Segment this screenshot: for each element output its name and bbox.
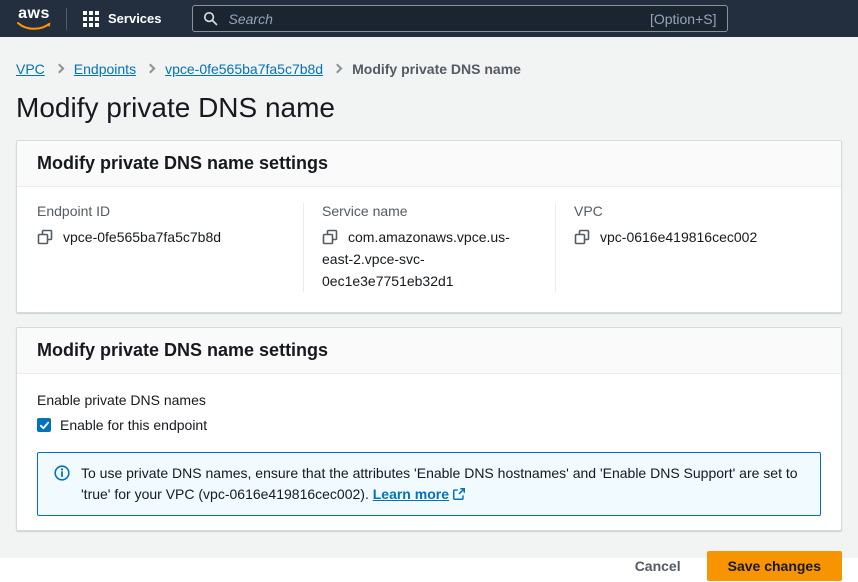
field-label: Endpoint ID (37, 203, 287, 219)
copy-icon[interactable] (574, 229, 590, 245)
vpc-field: VPC vpc-0616e419816cec002 (555, 203, 821, 292)
page-title: Modify private DNS name (16, 92, 842, 124)
main-content: VPC Endpoints vpce-0fe565ba7fa5c7b8d Mod… (0, 37, 858, 558)
info-alert: To use private DNS names, ensure that th… (37, 452, 821, 516)
field-value: vpce-0fe565ba7fa5c7b8d (37, 226, 287, 248)
aws-logo-text: aws (16, 6, 52, 22)
chevron-right-icon (146, 64, 156, 74)
search-shortcut-hint: [Option+S] (650, 11, 717, 27)
aws-logo[interactable]: aws (16, 6, 52, 32)
services-grid-icon (83, 11, 99, 27)
breadcrumb-link-vpc[interactable]: VPC (16, 61, 45, 77)
search-input[interactable] (227, 10, 650, 28)
copy-icon[interactable] (322, 229, 338, 245)
services-label: Services (108, 11, 162, 26)
endpoint-id-field: Endpoint ID vpce-0fe565ba7fa5c7b8d (37, 203, 303, 292)
enable-endpoint-checkbox-label: Enable for this endpoint (60, 417, 207, 433)
service-name-value: com.amazonaws.vpce.us-east-2.vpce-svc-0e… (322, 229, 510, 289)
endpoint-summary-card: Modify private DNS name settings Endpoin… (16, 140, 842, 313)
alert-content: To use private DNS names, ensure that th… (81, 463, 804, 505)
settings-card-header: Modify private DNS name settings (17, 328, 841, 374)
breadcrumb-link-endpoints[interactable]: Endpoints (74, 61, 136, 77)
services-menu-button[interactable]: Services (69, 0, 176, 37)
settings-card-body: Enable private DNS names Enable for this… (17, 374, 841, 530)
enable-endpoint-checkbox[interactable] (37, 418, 51, 432)
checkmark-icon (39, 420, 50, 431)
summary-card-header: Modify private DNS name settings (17, 141, 841, 187)
breadcrumb-link-endpoint-id[interactable]: vpce-0fe565ba7fa5c7b8d (165, 61, 323, 77)
field-label: VPC (574, 203, 805, 219)
endpoint-id-value: vpce-0fe565ba7fa5c7b8d (63, 229, 221, 245)
enable-private-dns-label: Enable private DNS names (37, 392, 821, 408)
learn-more-link[interactable]: Learn more (373, 486, 466, 502)
external-link-icon (452, 487, 466, 501)
breadcrumb: VPC Endpoints vpce-0fe565ba7fa5c7b8d Mod… (16, 61, 842, 77)
dns-settings-card: Modify private DNS name settings Enable … (16, 327, 842, 531)
nav-divider (66, 8, 67, 30)
field-value: com.amazonaws.vpce.us-east-2.vpce-svc-0e… (322, 226, 539, 292)
chevron-right-icon (333, 64, 343, 74)
aws-smile-icon (17, 21, 51, 32)
summary-card-body: Endpoint ID vpce-0fe565ba7fa5c7b8d Servi… (17, 187, 841, 312)
breadcrumb-current: Modify private DNS name (352, 61, 521, 77)
enable-endpoint-checkbox-row[interactable]: Enable for this endpoint (37, 417, 821, 433)
summary-card-title: Modify private DNS name settings (37, 153, 821, 174)
copy-icon[interactable] (37, 229, 53, 245)
service-name-field: Service name com.amazonaws.vpce.us-east-… (303, 203, 555, 292)
field-value: vpc-0616e419816cec002 (574, 226, 805, 248)
top-navigation-bar: aws Services [Option+S] (0, 0, 858, 37)
search-icon (203, 11, 218, 26)
settings-card-title: Modify private DNS name settings (37, 340, 821, 361)
chevron-right-icon (54, 64, 64, 74)
field-label: Service name (322, 203, 539, 219)
cancel-button[interactable]: Cancel (633, 554, 683, 578)
vpc-id-value: vpc-0616e419816cec002 (600, 229, 757, 245)
save-changes-button[interactable]: Save changes (707, 551, 842, 581)
search-box[interactable]: [Option+S] (192, 5, 728, 32)
info-icon (54, 465, 70, 481)
